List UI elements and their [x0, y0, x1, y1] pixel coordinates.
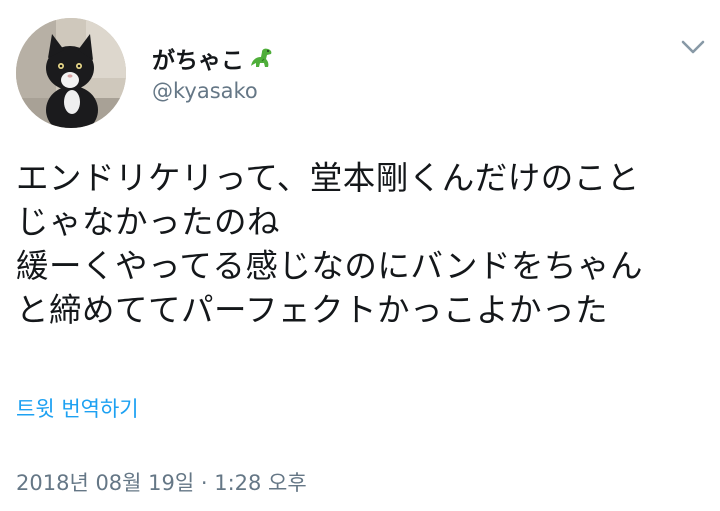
- tweet-line: と締めててパーフェクトかっこよかった: [16, 291, 609, 329]
- tweet-line: じゃなかったのね: [16, 203, 281, 241]
- display-name[interactable]: がちゃこ: [152, 41, 244, 75]
- chevron-down-icon[interactable]: [678, 32, 708, 62]
- avatar[interactable]: [16, 18, 126, 128]
- tweet-line: 緩ーくやってる感じなのにバンドをちゃん: [16, 247, 644, 285]
- user-handle[interactable]: @kyasako: [152, 79, 258, 103]
- user-display-name-row[interactable]: がちゃこ: [152, 41, 274, 75]
- dinosaur-icon: [248, 46, 274, 70]
- translate-tweet-link[interactable]: 트윗 번역하기: [16, 393, 139, 423]
- tweet-text: エンドリケリって、堂本剛くんだけのこと じゃなかったのね 緩ーくやってる感じなの…: [16, 156, 706, 332]
- tweet-line: エンドリケリって、堂本剛くんだけのこと: [16, 159, 640, 197]
- tweet-timestamp[interactable]: 2018년 08월 19일 · 1:28 오후: [16, 467, 307, 497]
- cat-avatar-image: [16, 18, 126, 128]
